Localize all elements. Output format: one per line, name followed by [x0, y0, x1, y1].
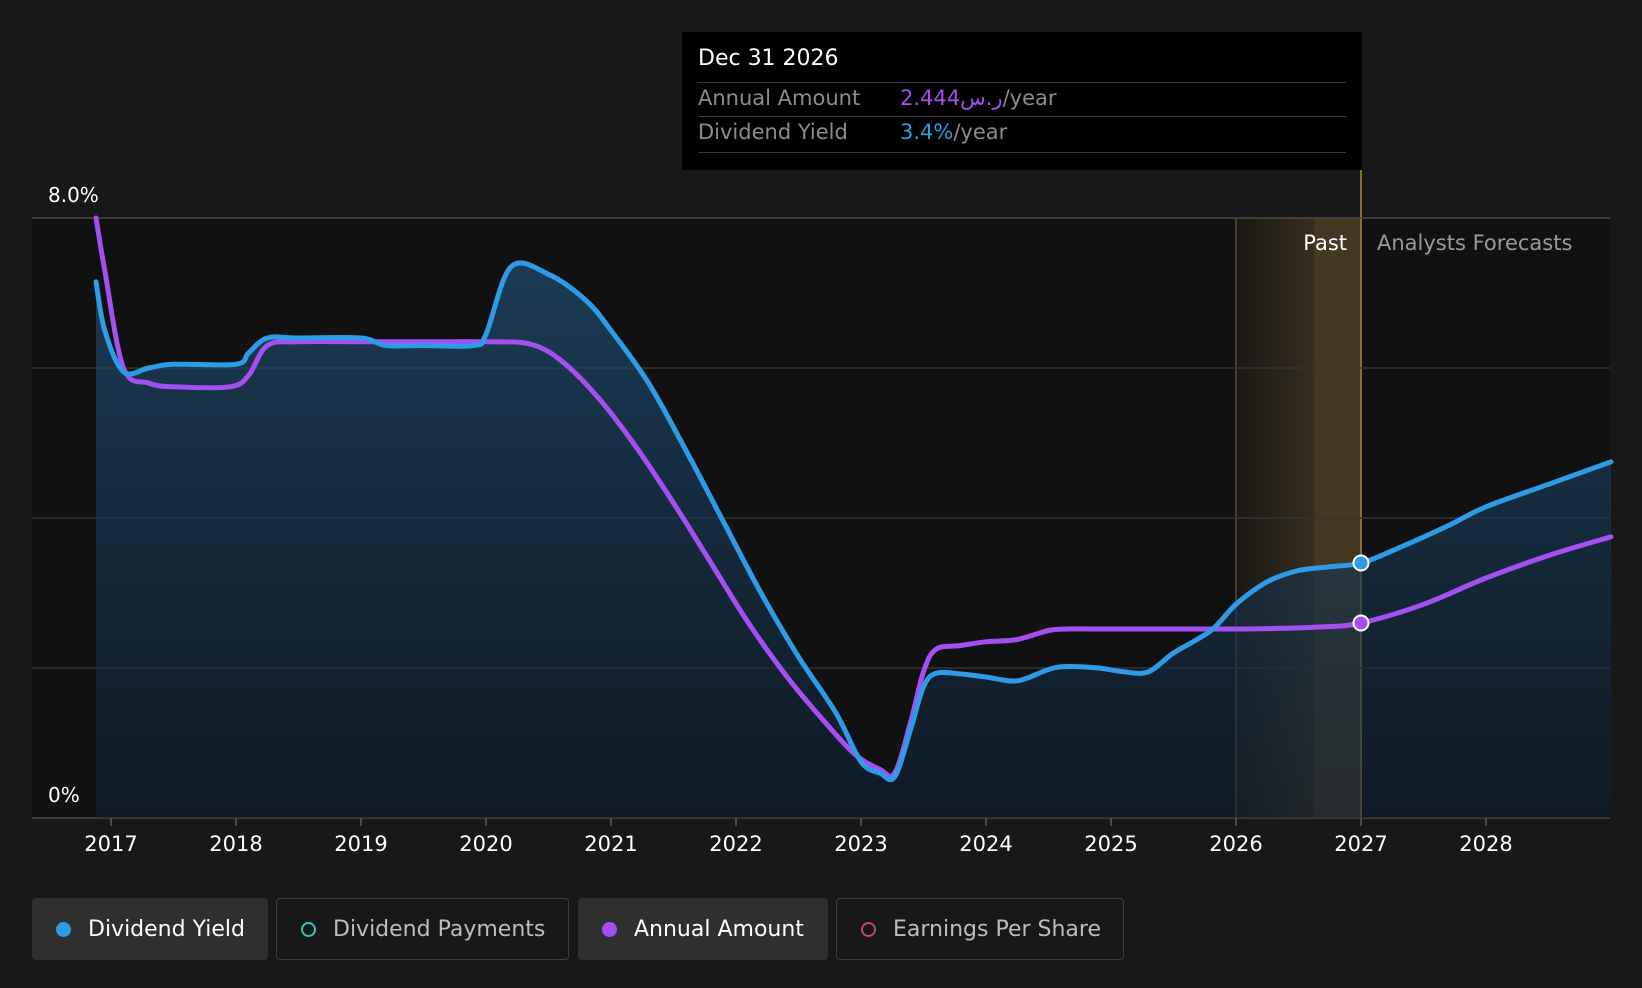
tooltip-divider	[698, 152, 1346, 153]
annual-amount-value: 2.444ر.س	[900, 86, 1003, 110]
dividend-yield-marker	[1352, 554, 1370, 572]
x-tick-label: 2026	[1209, 832, 1262, 856]
legend-dividend-yield[interactable]: Dividend Yield	[32, 898, 268, 960]
x-tick-label: 2018	[209, 832, 262, 856]
legend-label: Annual Amount	[634, 916, 804, 942]
tooltip-divider	[698, 116, 1346, 117]
x-tick-label: 2024	[959, 832, 1012, 856]
annual-amount-marker	[1352, 614, 1370, 632]
legend-label: Dividend Payments	[333, 916, 546, 942]
tooltip-label-dividend-yield: Dividend Yield	[698, 120, 848, 144]
y-tick-label-bottom: 0%	[48, 783, 80, 807]
analysts-forecasts-label: Analysts Forecasts	[1377, 231, 1572, 255]
legend-dividend-payments[interactable]: Dividend Payments	[276, 898, 569, 960]
dividend-yield-value: 3.4%	[900, 120, 954, 144]
x-tick-label: 2022	[709, 832, 762, 856]
legend-label: Dividend Yield	[88, 916, 245, 942]
tooltip-value-annual-amount: 2.444ر.س/year	[900, 86, 1057, 110]
tooltip-date: Dec 31 2026	[698, 46, 839, 71]
legend-dot-icon	[602, 921, 617, 937]
x-tick-label: 2028	[1459, 832, 1512, 856]
x-tick-label: 2017	[84, 832, 137, 856]
tooltip-value-dividend-yield: 3.4%/year	[900, 120, 1007, 144]
tooltip-divider	[698, 82, 1346, 83]
legend-earnings-per-share[interactable]: Earnings Per Share	[836, 898, 1124, 960]
x-tick-label: 2025	[1084, 832, 1137, 856]
y-tick-label-top: 8.0%	[48, 183, 99, 207]
tooltip-label-annual-amount: Annual Amount	[698, 86, 861, 110]
tooltip: Dec 31 2026 Annual Amount 2.444ر.س/year …	[682, 32, 1362, 170]
x-tick-label: 2019	[334, 832, 387, 856]
past-label: Past	[1303, 231, 1347, 255]
x-tick-label: 2020	[459, 832, 512, 856]
x-tick-label: 2021	[584, 832, 637, 856]
x-tick-label: 2023	[834, 832, 887, 856]
legend-dot-icon	[301, 921, 316, 937]
legend-label: Earnings Per Share	[893, 916, 1102, 942]
legend-dot-icon	[56, 921, 71, 937]
x-tick-label: 2027	[1334, 832, 1387, 856]
legend-dot-icon	[861, 921, 876, 937]
legend-annual-amount[interactable]: Annual Amount	[578, 898, 828, 960]
annual-amount-unit: /year	[1002, 86, 1057, 110]
dividend-yield-unit: /year	[953, 120, 1008, 144]
